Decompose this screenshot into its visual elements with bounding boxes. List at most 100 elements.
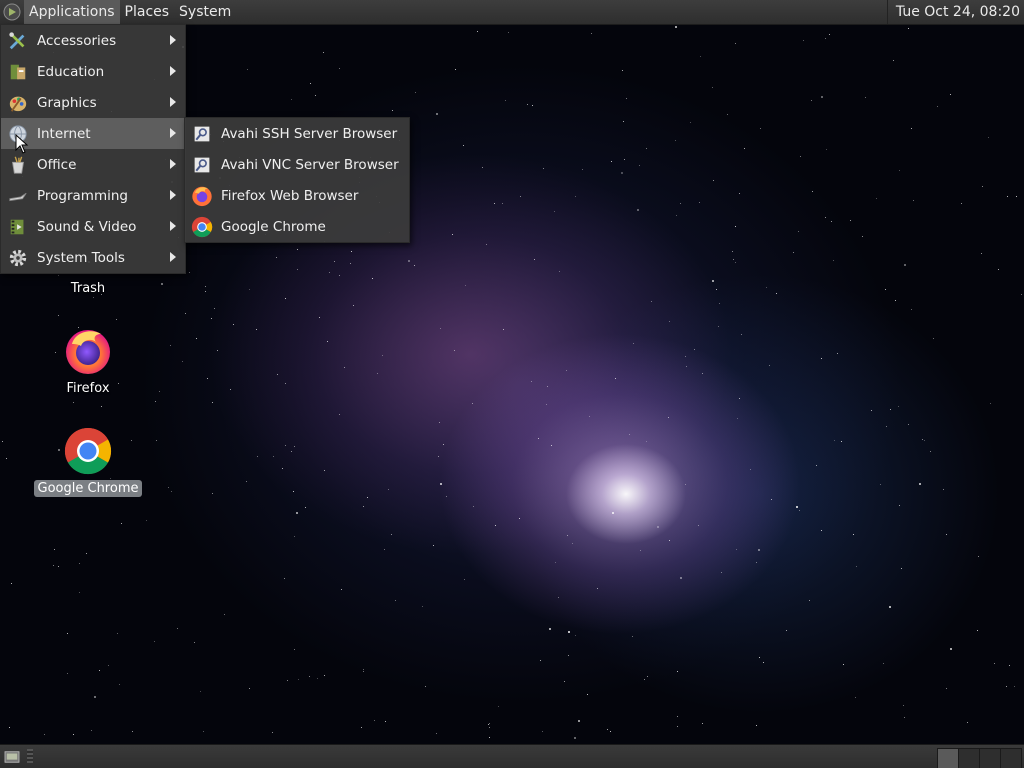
star: [853, 534, 854, 535]
star: [309, 676, 310, 677]
star: [908, 424, 909, 425]
star: [486, 244, 487, 245]
star: [901, 568, 903, 570]
star: [159, 391, 160, 392]
menu-item-firefox-web-browser[interactable]: Firefox Web Browser: [185, 180, 409, 211]
star: [502, 203, 504, 205]
star: [988, 137, 989, 138]
star: [155, 401, 156, 402]
star: [998, 269, 999, 270]
star: [739, 398, 740, 399]
star: [392, 110, 393, 111]
star: [79, 592, 81, 594]
star: [646, 441, 647, 442]
star: [344, 367, 346, 369]
star: [161, 283, 164, 286]
star: [94, 696, 97, 699]
star: [205, 291, 206, 292]
star: [612, 512, 615, 515]
desktop-icon-firefox[interactable]: Firefox: [33, 326, 143, 397]
education-icon: [7, 61, 29, 83]
star: [531, 381, 532, 382]
star: [737, 418, 738, 419]
submenu-arrow-icon: [170, 159, 176, 169]
star: [538, 438, 539, 439]
star: [315, 95, 316, 96]
workspace-switcher-4[interactable]: [1000, 748, 1022, 768]
menu-item-sound-video[interactable]: Sound & Video: [1, 211, 185, 242]
show-desktop-icon[interactable]: [2, 748, 22, 766]
star: [555, 562, 556, 563]
star: [880, 484, 882, 486]
menu-item-label: Education: [37, 63, 105, 80]
panel-handle[interactable]: [27, 749, 33, 763]
workspace-switcher-2[interactable]: [958, 748, 980, 768]
menu-item-graphics[interactable]: Graphics: [1, 87, 185, 118]
star: [317, 678, 319, 680]
star: [211, 318, 213, 320]
star: [946, 534, 948, 536]
star: [651, 301, 652, 302]
star: [632, 636, 633, 637]
applications-logo-icon[interactable]: [0, 0, 24, 24]
menu-item-label: System Tools: [37, 249, 125, 266]
menu-item-avahi-vnc-server-browser[interactable]: Avahi VNC Server Browser: [185, 149, 409, 180]
star: [372, 278, 374, 280]
star: [913, 200, 914, 201]
menu-item-avahi-ssh-server-browser[interactable]: Avahi SSH Server Browser: [185, 118, 409, 149]
menu-item-programming[interactable]: Programming: [1, 180, 185, 211]
star: [67, 633, 68, 634]
star: [904, 717, 906, 719]
star: [886, 426, 887, 427]
star: [736, 549, 737, 550]
star: [520, 196, 522, 198]
menu-item-accessories[interactable]: Accessories: [1, 25, 185, 56]
clock[interactable]: Tue Oct 24, 08:20: [886, 0, 1024, 24]
internet-submenu: Avahi SSH Server Browser Avahi VNC Serve…: [184, 117, 410, 243]
star: [759, 657, 760, 658]
star: [273, 456, 274, 457]
star: [436, 733, 437, 734]
star: [676, 215, 678, 217]
desktop-icon-google-chrome[interactable]: Google Chrome: [33, 426, 143, 497]
star: [633, 343, 634, 344]
submenu-arrow-icon: [170, 190, 176, 200]
star: [865, 97, 866, 98]
submenu-arrow-icon: [170, 35, 176, 45]
workspace-switcher-1[interactable]: [937, 748, 959, 768]
system-tools-gear-icon: [7, 247, 29, 269]
desktop-icon-trash[interactable]: Trash: [33, 276, 143, 297]
star: [727, 114, 728, 115]
places-menu-button[interactable]: Places: [120, 0, 175, 24]
star: [121, 523, 123, 525]
star: [574, 737, 577, 740]
star: [374, 720, 376, 722]
star: [626, 98, 627, 99]
star: [712, 280, 715, 283]
star: [257, 456, 259, 458]
star: [154, 641, 155, 642]
star: [629, 434, 631, 436]
desktop-icon-label: Trash: [70, 281, 106, 296]
menu-item-google-chrome[interactable]: Google Chrome: [185, 211, 409, 242]
menu-item-education[interactable]: Education: [1, 56, 185, 87]
menu-item-label: Avahi VNC Server Browser: [221, 156, 399, 173]
star: [943, 489, 944, 490]
star: [436, 113, 439, 116]
star: [58, 315, 60, 317]
star: [249, 289, 250, 290]
star: [578, 720, 581, 723]
applications-menu-button[interactable]: Applications: [24, 0, 120, 24]
menu-item-system-tools[interactable]: System Tools: [1, 242, 185, 273]
star: [214, 308, 216, 310]
star: [719, 303, 721, 305]
submenu-arrow-icon: [170, 66, 176, 76]
star: [1007, 196, 1009, 198]
star: [756, 562, 757, 563]
menu-item-label: Graphics: [37, 94, 97, 111]
star: [899, 505, 901, 507]
star: [296, 512, 299, 515]
system-menu-button[interactable]: System: [174, 0, 236, 24]
star: [572, 543, 573, 544]
workspace-switcher-3[interactable]: [979, 748, 1001, 768]
